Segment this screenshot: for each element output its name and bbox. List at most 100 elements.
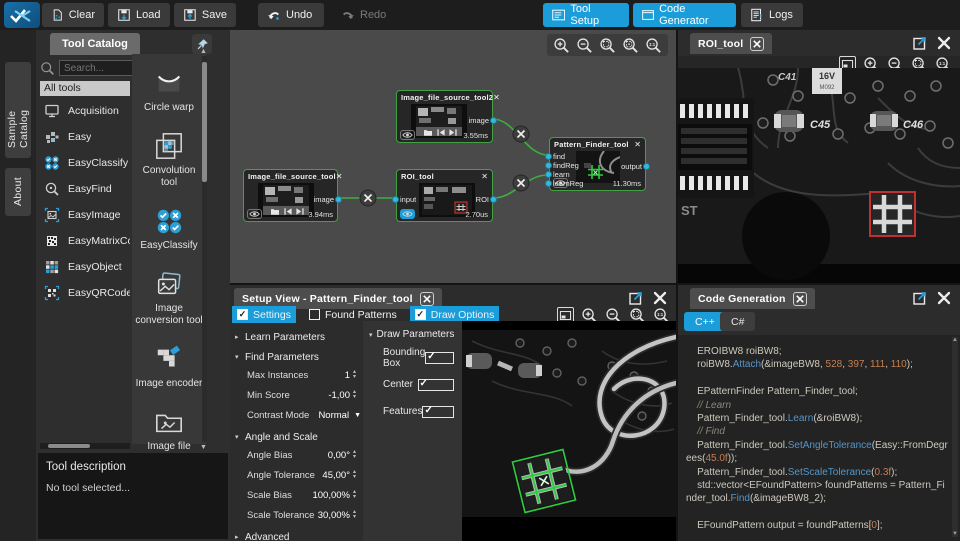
- code-generation-tab[interactable]: Code Generation: [690, 288, 815, 309]
- tool-item-convolution-tool[interactable]: Convolution tool: [135, 127, 203, 189]
- roi-rectangle[interactable]: [870, 192, 915, 236]
- node-title-bar[interactable]: Image_file_source_tool✕: [244, 170, 337, 182]
- undock-panel-icon[interactable]: [912, 35, 928, 51]
- draw-option-checkbox[interactable]: [418, 379, 455, 391]
- section-header-advanced[interactable]: ▸Advanced: [230, 529, 361, 541]
- visibility-eye-icon[interactable]: [247, 209, 262, 219]
- param-value[interactable]: 1: [345, 370, 350, 381]
- draw-parameters-header[interactable]: ▾Draw Parameters: [363, 321, 462, 344]
- section-header-learn-parameters[interactable]: ▸Learn Parameters: [230, 329, 361, 345]
- code-scrollbar[interactable]: ▲▼: [952, 337, 958, 537]
- clear-button[interactable]: Clear: [42, 3, 104, 27]
- tool-item-circle-warp[interactable]: Circle warp: [144, 64, 194, 114]
- output-port[interactable]: [643, 163, 650, 170]
- param-value[interactable]: 100,00%: [312, 490, 350, 501]
- zoom-in-icon[interactable]: [553, 37, 570, 54]
- dropdown-arrow-icon[interactable]: ▼: [354, 412, 361, 419]
- close-panel-icon[interactable]: [936, 290, 952, 306]
- category-list-hscrollbar[interactable]: [40, 443, 130, 449]
- tool-item-image-conversion-tool[interactable]: Image conversion tool: [135, 265, 203, 327]
- spinner-control[interactable]: ▴▾: [353, 490, 361, 500]
- view-tab-checkbox[interactable]: [237, 309, 248, 320]
- section-header-find-parameters[interactable]: ▾Find Parameters: [230, 349, 361, 365]
- category-item-easyfind[interactable]: EasyFind: [40, 176, 130, 202]
- input-port[interactable]: [392, 196, 399, 203]
- zoom-fit-selection-icon[interactable]: [622, 37, 639, 54]
- output-port[interactable]: [335, 196, 342, 203]
- node-close-icon[interactable]: ✕: [493, 94, 500, 102]
- undock-panel-icon[interactable]: [912, 290, 928, 306]
- node-roi_tool[interactable]: ROI_tool✕2.70usinputROI: [396, 169, 493, 222]
- zoom-one-to-one-icon[interactable]: 1:1: [645, 37, 662, 54]
- about-tab[interactable]: About: [5, 168, 31, 216]
- visibility-eye-icon[interactable]: [400, 209, 415, 219]
- csharp-lang-tab[interactable]: C#: [720, 312, 755, 331]
- tool-item-image-encoder[interactable]: Image encoder: [136, 340, 203, 390]
- view-tab-checkbox[interactable]: [415, 309, 426, 320]
- disconnect-wire-button[interactable]: [513, 126, 529, 142]
- pattern-image-view[interactable]: [462, 321, 676, 541]
- view-tab-checkbox[interactable]: [309, 309, 320, 320]
- tool-list-scrollbar[interactable]: ▲▼: [202, 56, 207, 442]
- roi-tab-close-button[interactable]: [750, 37, 764, 51]
- input-port[interactable]: [545, 171, 552, 178]
- node-close-icon[interactable]: ✕: [634, 141, 641, 149]
- output-port[interactable]: [490, 196, 497, 203]
- undo-button[interactable]: Undo: [258, 3, 324, 27]
- spinner-control[interactable]: ▴▾: [353, 470, 361, 480]
- param-value[interactable]: Normal: [318, 410, 349, 421]
- category-item-acquisition[interactable]: Acquisition: [40, 98, 130, 124]
- tool-setup-button[interactable]: Tool Setup: [543, 3, 629, 27]
- input-port[interactable]: [545, 153, 552, 160]
- node-close-icon[interactable]: ✕: [481, 173, 488, 181]
- draw-option-checkbox[interactable]: [425, 352, 454, 364]
- category-item-easyqrcode[interactable]: EasyQRCode: [40, 280, 130, 306]
- node-title-bar[interactable]: Image_file_source_tool2✕: [397, 91, 492, 103]
- param-value[interactable]: 45,00°: [322, 470, 350, 481]
- generated-code-view[interactable]: EROIBW8 roiBW8; roiBW8.Attach(&imageBW8,…: [678, 335, 960, 541]
- node-title-bar[interactable]: Pattern_Finder_tool✕: [550, 138, 645, 150]
- draw-option-checkbox[interactable]: [422, 406, 454, 418]
- load-button[interactable]: Load: [108, 3, 170, 27]
- spinner-control[interactable]: ▴▾: [353, 390, 361, 400]
- category-item-easyclassify[interactable]: EasyClassify: [40, 150, 130, 176]
- code-generator-button[interactable]: Code Generator: [633, 3, 736, 27]
- roi-image-view[interactable]: 16V M092 C41 C45 C46: [678, 68, 960, 283]
- zoom-out-icon[interactable]: [576, 37, 593, 54]
- logs-button[interactable]: !Logs: [741, 3, 803, 27]
- sample-catalog-tab[interactable]: Sample Catalog: [5, 62, 31, 158]
- filter-all-tools[interactable]: All tools: [40, 81, 130, 96]
- disconnect-wire-button[interactable]: [513, 175, 529, 191]
- disconnect-wire-button[interactable]: [360, 190, 376, 206]
- spinner-control[interactable]: ▴▾: [353, 510, 361, 520]
- node-close-icon[interactable]: ✕: [336, 173, 343, 181]
- output-port[interactable]: [490, 117, 497, 124]
- category-item-easy[interactable]: Easy: [40, 124, 130, 150]
- redo-button[interactable]: Redo: [332, 3, 396, 27]
- category-item-easyimage[interactable]: EasyImage: [40, 202, 130, 228]
- code-generation-tab-close-button[interactable]: [793, 292, 807, 306]
- spinner-control[interactable]: ▴▾: [353, 450, 361, 460]
- input-port[interactable]: [545, 180, 552, 187]
- zoom-fit-icon[interactable]: [599, 37, 616, 54]
- save-button[interactable]: Save: [174, 3, 236, 27]
- close-panel-icon[interactable]: [936, 35, 952, 51]
- node-pattern_finder_tool[interactable]: Pattern_Finder_tool✕11.30msfindfindRegle…: [549, 137, 646, 191]
- param-value[interactable]: 0,00°: [328, 450, 350, 461]
- category-item-easyobject[interactable]: EasyObject: [40, 254, 130, 280]
- undock-panel-icon[interactable]: [628, 290, 644, 306]
- node-image_file_source_tool[interactable]: Image_file_source_tool✕3.94msimage: [243, 169, 338, 222]
- tool-catalog-tab[interactable]: Tool Catalog: [50, 33, 140, 55]
- visibility-eye-icon[interactable]: [400, 130, 415, 140]
- spinner-control[interactable]: ▴▾: [353, 370, 361, 380]
- param-value[interactable]: 30,00%: [318, 510, 350, 521]
- param-value[interactable]: -1,00: [328, 390, 350, 401]
- tool-item-easyclassify[interactable]: EasyClassify: [140, 202, 197, 252]
- node-editor-canvas[interactable]: Image_file_source_tool2✕3.55msimageImage…: [230, 30, 676, 283]
- category-item-easymatrixcode[interactable]: EasyMatrixCode: [40, 228, 130, 254]
- close-panel-icon[interactable]: [652, 290, 668, 306]
- input-port[interactable]: [545, 162, 552, 169]
- setup-view-tab-close-button[interactable]: [420, 292, 434, 306]
- node-image_file_source_tool2[interactable]: Image_file_source_tool2✕3.55msimage: [396, 90, 493, 143]
- node-title-bar[interactable]: ROI_tool✕: [397, 170, 492, 182]
